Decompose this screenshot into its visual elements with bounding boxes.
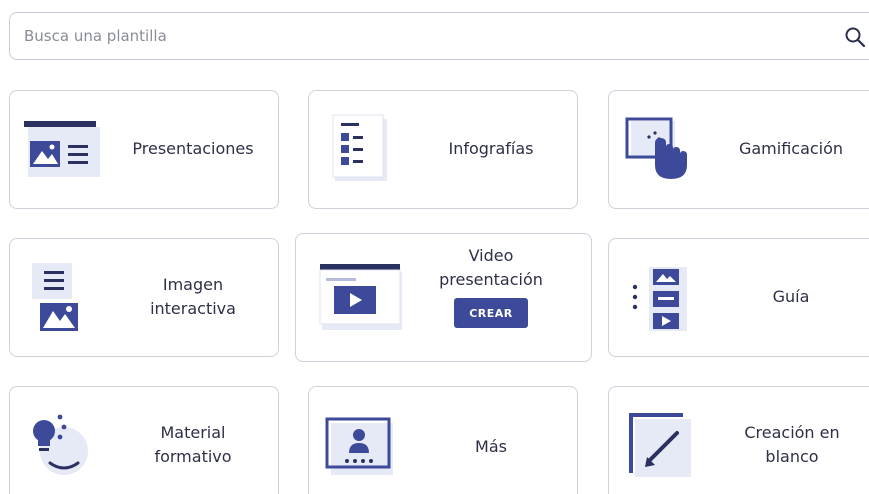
hand-click-icon (625, 117, 687, 179)
infographic-icon (332, 114, 387, 181)
card-label: Material formativo (154, 423, 232, 466)
card-video-presentacion[interactable]: Video presentación CREAR (295, 233, 592, 362)
guide-icon (632, 267, 687, 331)
card-label: Guía (772, 287, 810, 306)
card-label: Video presentación (439, 246, 543, 289)
card-label: Infografías (448, 139, 534, 158)
card-infografias[interactable]: Infografías (308, 90, 578, 209)
card-gamificacion[interactable]: Gamificación (608, 90, 869, 209)
crear-button[interactable]: CREAR (454, 298, 528, 328)
card-label: Creación en blanco (744, 423, 840, 466)
presentation-icon (24, 121, 100, 177)
search-bar[interactable] (9, 12, 869, 60)
search-input[interactable] (24, 13, 804, 59)
card-creacion-en-blanco[interactable]: Creación en blanco (608, 386, 869, 494)
search-icon[interactable] (844, 26, 866, 48)
card-label: Presentaciones (132, 139, 254, 158)
user-card-icon (325, 417, 393, 475)
card-guia[interactable]: Guía (608, 238, 869, 357)
card-label: Gamificación (738, 139, 844, 158)
card-label: Imagen interactiva (150, 275, 236, 318)
interactive-image-icon (32, 263, 78, 331)
card-presentaciones[interactable]: Presentaciones (9, 90, 279, 209)
lightbulb-icon (33, 414, 88, 475)
card-material-formativo[interactable]: Material formativo (9, 386, 279, 494)
card-label: Más (475, 437, 507, 456)
card-imagen-interactiva[interactable]: Imagen interactiva (9, 238, 279, 357)
pencil-icon (629, 413, 691, 477)
video-presentation-icon (319, 264, 402, 330)
card-mas[interactable]: Más (308, 386, 578, 494)
